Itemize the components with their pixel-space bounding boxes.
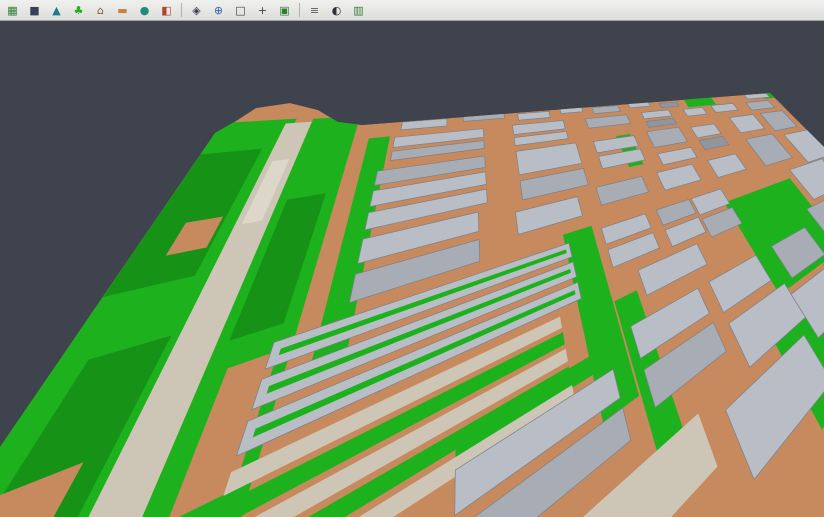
vegetation-class-button[interactable]: ♣ xyxy=(69,1,88,19)
measure-icon: + xyxy=(258,5,267,16)
save-project-icon: ■ xyxy=(29,5,39,16)
clip-box-icon: □ xyxy=(235,5,245,16)
building-class-icon: ⌂ xyxy=(97,5,104,16)
print-icon: ≡ xyxy=(310,5,319,16)
measure-button[interactable]: + xyxy=(253,1,272,19)
open-project-icon: ▦ xyxy=(7,5,17,16)
settings-button[interactable]: ◈ xyxy=(187,1,206,19)
color-mode-button[interactable]: ◧ xyxy=(157,1,176,19)
open-project-button[interactable]: ▦ xyxy=(3,1,22,19)
ground-class-button[interactable]: ▬ xyxy=(113,1,132,19)
save-project-button[interactable]: ■ xyxy=(25,1,44,19)
toolbar-separator xyxy=(299,3,300,17)
vegetation-class-icon: ♣ xyxy=(74,5,84,16)
color-mode-icon: ◧ xyxy=(161,5,171,16)
clip-box-button[interactable]: □ xyxy=(231,1,250,19)
import-cloud-icon: ▲ xyxy=(52,5,60,16)
main-toolbar: ▦ ■ ▲ ♣ ⌂ ▬ ● ◧ ◈ ⊕ □ + ▣ ≡ ◐ ▥ xyxy=(0,0,824,21)
globe-view-icon: ◐ xyxy=(332,5,342,16)
viewport-3d[interactable] xyxy=(0,0,824,517)
point-cloud-canvas[interactable] xyxy=(0,0,824,517)
print-button[interactable]: ≡ xyxy=(305,1,324,19)
import-cloud-button[interactable]: ▲ xyxy=(47,1,66,19)
stats-chart-button[interactable]: ▥ xyxy=(349,1,368,19)
snapshot-button[interactable]: ▣ xyxy=(275,1,294,19)
building-class-button[interactable]: ⌂ xyxy=(91,1,110,19)
classify-points-button[interactable]: ● xyxy=(135,1,154,19)
ground-class-icon: ▬ xyxy=(117,5,127,16)
zoom-extent-icon: ⊕ xyxy=(214,5,223,16)
classify-points-icon: ● xyxy=(140,5,150,16)
settings-icon: ◈ xyxy=(192,5,200,16)
snapshot-icon: ▣ xyxy=(279,5,289,16)
stats-chart-icon: ▥ xyxy=(353,5,363,16)
zoom-extent-button[interactable]: ⊕ xyxy=(209,1,228,19)
toolbar-separator xyxy=(181,3,182,17)
globe-view-button[interactable]: ◐ xyxy=(327,1,346,19)
